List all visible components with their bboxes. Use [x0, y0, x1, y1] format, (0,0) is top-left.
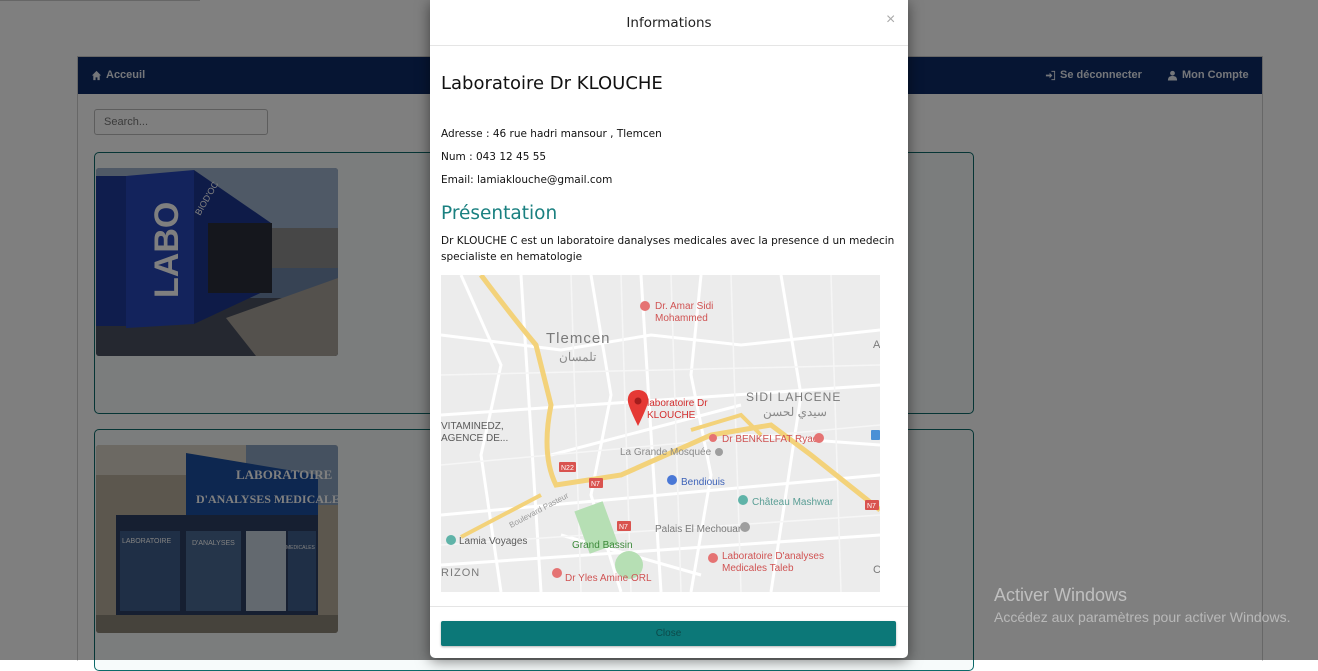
map-district-ar-label: سيدي لحسن — [763, 405, 827, 419]
marker-label-line2: KLOUCHE — [647, 410, 696, 421]
transit-icon — [871, 430, 880, 440]
lab-name: Laboratoire Dr KLOUCHE — [441, 73, 663, 94]
close-icon[interactable]: × — [886, 11, 895, 29]
poi-pin-icon — [446, 535, 456, 545]
info-modal: Informations × Laboratoire Dr KLOUCHE Ad… — [430, 0, 908, 658]
map-city-ar-label: تلمسان — [559, 350, 596, 364]
location-map[interactable]: Tlemcen تلمسان SIDI LAHCENE سيدي لحسن la… — [441, 275, 880, 592]
map-edge-label-c: C — [873, 564, 880, 576]
poi-mosquee: La Grande Mosquée — [620, 447, 712, 458]
poi-rizon: RIZON — [441, 567, 480, 579]
road-n7-label: N7 — [619, 524, 628, 531]
modal-footer: Close — [430, 606, 908, 659]
poi-amar-line2: Mohammed — [655, 313, 708, 324]
poi-pin-icon — [814, 433, 824, 443]
poi-pin-icon — [640, 301, 650, 311]
map-district-label: SIDI LAHCENE — [746, 390, 841, 404]
poi-chateau: Château Mashwar — [752, 497, 834, 508]
poi-vitamine-line1: VITAMINEDZ, — [441, 421, 504, 432]
poi-taleb-line1: Laboratoire D'analyses — [722, 551, 824, 562]
poi-pin-icon — [738, 495, 748, 505]
map-edge-label-a: A — [873, 339, 880, 351]
poi-pin-icon — [552, 568, 562, 578]
poi-pin-icon — [667, 475, 677, 485]
modal-header: Informations × — [430, 0, 908, 46]
road-n7-label: N7 — [867, 503, 876, 510]
road-n7-label: N7 — [591, 481, 600, 488]
lab-phone: Num : 043 12 45 55 — [441, 151, 547, 163]
poi-bendiouis: Bendiouis — [681, 477, 725, 488]
poi-vitamine-line2: AGENCE DE... — [441, 433, 508, 444]
poi-pin-icon — [708, 553, 718, 563]
poi-mechouar: Palais El Mechouar — [655, 524, 742, 535]
poi-pin-icon — [709, 434, 717, 442]
poi-pin-icon — [715, 448, 723, 456]
poi-amar-line1: Dr. Amar Sidi — [655, 301, 713, 312]
poi-lamia: Lamia Voyages — [459, 536, 527, 547]
poi-yles: Dr Yles Amine ORL — [565, 573, 652, 584]
poi-benkelfat: Dr BENKELFAT Ryad — [722, 434, 818, 445]
lab-address: Adresse : 46 rue hadri mansour , Tlemcen — [441, 128, 662, 140]
marker-label-line1: laboratoire Dr — [647, 398, 708, 409]
modal-title: Informations — [626, 15, 712, 31]
presentation-heading: Présentation — [441, 203, 558, 224]
poi-grand-bassin: Grand Bassin — [572, 540, 633, 551]
windows-activation-subtitle: Accédez aux paramètres pour activer Wind… — [994, 609, 1291, 625]
lab-email: Email: lamiaklouche@gmail.com — [441, 174, 613, 186]
map-city-label: Tlemcen — [546, 330, 611, 347]
poi-taleb-line2: Medicales Taleb — [722, 563, 794, 574]
poi-pin-icon — [740, 522, 750, 532]
close-button[interactable]: Close — [441, 621, 896, 646]
presentation-text: Dr KLOUCHE C est un laboratoire danalyse… — [441, 235, 895, 263]
windows-activation-title: Activer Windows — [994, 585, 1128, 605]
road-n22-label: N22 — [561, 465, 574, 472]
